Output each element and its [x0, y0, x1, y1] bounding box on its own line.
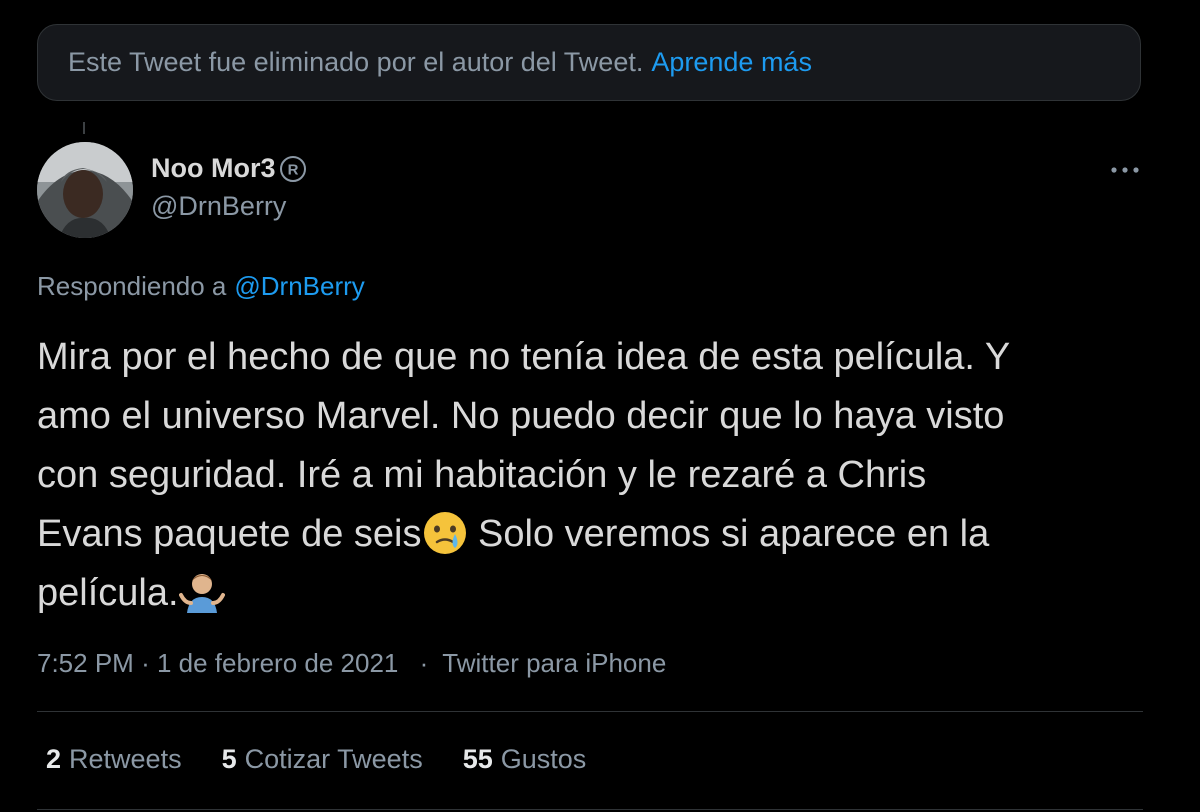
quote-tweets-stat[interactable]: 5 Cotizar Tweets: [222, 744, 423, 775]
replying-to-label: Respondiendo a: [37, 271, 227, 301]
tweet-source-link[interactable]: Twitter para iPhone: [442, 648, 666, 678]
deleted-notice-text: Este Tweet fue eliminado por el autor de…: [68, 47, 644, 77]
tweet-line-2: amo el universo Marvel. No puedo decir q…: [37, 395, 1005, 437]
likes-stat[interactable]: 55 Gustos: [463, 744, 587, 775]
learn-more-link[interactable]: Aprende más: [651, 47, 812, 78]
tweet-line-3: con seguridad. Iré a mi habitación y le …: [37, 454, 927, 496]
meta-separator: ·: [141, 648, 150, 678]
retweets-label: Retweets: [69, 744, 182, 774]
meta-separator: ·: [419, 648, 429, 678]
tweet-time[interactable]: 7:52 PM: [37, 648, 134, 678]
quote-tweets-count: 5: [221, 744, 237, 774]
likes-label: Gustos: [500, 744, 587, 774]
tweet-stats: 2 Retweets 5 Cotizar Tweets 55 Gustos: [46, 744, 626, 775]
face-holding-back-tears-icon: [423, 512, 466, 554]
retweets-count: 2: [46, 744, 62, 774]
tweet-line-5-text: película.: [37, 572, 179, 614]
tweet-line-4-end: Solo veremos si aparece en la: [467, 513, 990, 555]
svg-text:R: R: [287, 161, 298, 178]
tweet-line-4-start: Evans paquete de seis: [37, 513, 422, 555]
divider: [37, 809, 1143, 810]
tweet-date[interactable]: 1 de febrero de 2021: [157, 648, 398, 678]
replying-to: Respondiendo a @DrnBerry: [37, 271, 365, 302]
thread-connector-line: [83, 122, 85, 134]
avatar-photo: [37, 142, 133, 238]
tweet-meta: 7:52 PM · 1 de febrero de 2021 · Twitter …: [37, 648, 666, 679]
avatar[interactable]: [37, 142, 133, 238]
author-handle[interactable]: @DrnBerry: [151, 191, 286, 222]
tweet-text: Mira por el hecho de que no tenía idea d…: [37, 328, 1147, 623]
retweets-stat[interactable]: 2 Retweets: [46, 744, 182, 775]
tweet-line-4: Evans paquete de seis Solo veremos si ap…: [37, 505, 1147, 564]
registered-mark-icon: R: [278, 154, 308, 184]
quote-tweets-label: Cotizar Tweets: [244, 744, 423, 774]
reply-mention-link[interactable]: @DrnBerry: [234, 271, 364, 301]
more-options-icon[interactable]: [1108, 158, 1142, 182]
author-name[interactable]: Noo Mor3 R: [151, 153, 308, 184]
divider: [37, 711, 1143, 712]
tweet-line-1: Mira por el hecho de que no tenía idea d…: [37, 336, 1011, 378]
person-shrugging-icon: [178, 574, 225, 613]
author-name-text: Noo Mor3: [151, 153, 276, 183]
likes-count: 55: [462, 744, 493, 774]
deleted-tweet-notice: Este Tweet fue eliminado por el autor de…: [37, 24, 1141, 101]
tweet-line-5: película.: [37, 564, 1147, 623]
